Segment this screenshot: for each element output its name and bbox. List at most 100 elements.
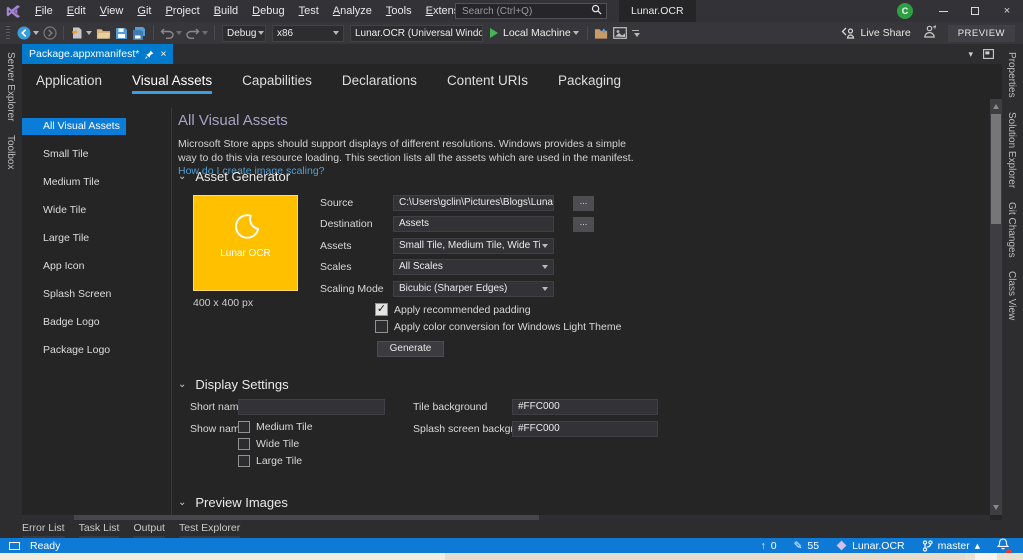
sidebar-item-package-logo[interactable]: Package Logo — [22, 342, 126, 359]
live-share-button[interactable]: Live Share — [841, 27, 910, 39]
large-tile-checkbox[interactable] — [238, 455, 250, 467]
color-conversion-checkbox[interactable] — [375, 320, 388, 333]
sidebar-item-splash-screen[interactable]: Splash Screen — [22, 286, 126, 303]
collapse-chevron-icon[interactable]: ⌄ — [178, 379, 186, 390]
tab-solution-explorer[interactable]: Solution Explorer — [1006, 104, 1017, 194]
close-button[interactable]: × — [991, 0, 1023, 22]
tab-packaging[interactable]: Packaging — [558, 73, 621, 94]
repository-selector[interactable]: Lunar.OCR — [836, 540, 905, 552]
new-dropdown-caret[interactable] — [86, 31, 92, 35]
source-browse-button[interactable]: ... — [573, 196, 594, 211]
sidebar-item-medium-tile[interactable]: Medium Tile — [22, 174, 126, 191]
navigate-forward-button[interactable] — [43, 26, 57, 40]
collapse-chevron-icon[interactable]: ⌄ — [178, 171, 186, 182]
tab-server-explorer[interactable]: Server Explorer — [5, 44, 16, 127]
vertical-scroll-thumb[interactable] — [991, 114, 1001, 224]
menu-git[interactable]: Git — [130, 0, 158, 22]
redo-button[interactable] — [186, 27, 208, 39]
redo-dropdown-caret[interactable] — [202, 31, 208, 35]
sidebar-item-large-tile[interactable]: Large Tile — [22, 230, 126, 247]
back-dropdown-caret[interactable] — [33, 31, 39, 35]
new-project-button[interactable] — [70, 26, 92, 40]
splash-background-input[interactable]: #FFC000 — [512, 421, 658, 437]
toolbar-grip[interactable] — [6, 26, 10, 40]
open-folder-button[interactable] — [96, 27, 111, 40]
notifications-button[interactable] — [997, 538, 1009, 553]
save-all-button[interactable] — [132, 27, 147, 40]
startup-project-dropdown[interactable]: Lunar.OCR (Universal Windows) — [350, 25, 483, 42]
sidebar-item-app-icon[interactable]: App Icon — [22, 258, 126, 275]
apply-padding-checkbox[interactable]: ✓ — [375, 303, 388, 316]
menu-debug[interactable]: Debug — [245, 0, 291, 22]
vertical-scrollbar[interactable] — [990, 99, 1002, 515]
window-layout-icon[interactable] — [983, 49, 994, 59]
outgoing-commits-indicator[interactable]: ↑ 0 — [761, 540, 777, 552]
display-settings-section-header[interactable]: ⌄ Display Settings — [178, 377, 289, 392]
menu-build[interactable]: Build — [207, 0, 245, 22]
tab-toolbox[interactable]: Toolbox — [5, 127, 16, 175]
undo-button[interactable] — [160, 27, 182, 39]
tab-declarations[interactable]: Declarations — [342, 73, 417, 94]
tab-class-view[interactable]: Class View — [1006, 263, 1017, 326]
solution-platform-dropdown[interactable]: x86 — [272, 25, 344, 42]
search-icon[interactable] — [591, 4, 602, 18]
background-tasks-icon[interactable] — [9, 542, 20, 550]
maximize-button[interactable] — [959, 0, 991, 22]
search-input[interactable]: Search (Ctrl+Q) — [455, 3, 607, 19]
add-item-button[interactable] — [594, 27, 609, 40]
preview-button[interactable]: PREVIEW — [948, 25, 1015, 42]
menu-tools[interactable]: Tools — [379, 0, 419, 22]
short-name-input[interactable] — [238, 399, 385, 415]
menu-file[interactable]: File — [28, 0, 60, 22]
tile-background-input[interactable]: #FFC000 — [512, 399, 658, 415]
scales-dropdown[interactable]: All Scales — [393, 259, 554, 275]
account-avatar[interactable]: C — [897, 3, 913, 19]
generate-button[interactable]: Generate — [377, 341, 444, 357]
save-button[interactable] — [115, 27, 128, 40]
menu-edit[interactable]: Edit — [60, 0, 93, 22]
pending-edits-indicator[interactable]: ✎ 55 — [794, 540, 820, 552]
sidebar-item-wide-tile[interactable]: Wide Tile — [22, 202, 126, 219]
tab-properties[interactable]: Properties — [1006, 44, 1017, 104]
tab-capabilities[interactable]: Capabilities — [242, 73, 312, 94]
asset-generator-section-header[interactable]: ⌄ Asset Generator — [178, 169, 290, 184]
scroll-down-icon[interactable] — [993, 505, 999, 510]
configuration-caret — [258, 31, 264, 35]
collapse-chevron-icon[interactable]: ⌄ — [178, 497, 186, 508]
scroll-up-icon[interactable] — [993, 104, 999, 109]
start-debugging-button[interactable]: Local Machine — [490, 27, 579, 39]
source-path-input[interactable]: C:\Users\gclin\Pictures\Blogs\Lunar.OCR\… — [393, 195, 554, 211]
undo-dropdown-caret[interactable] — [176, 31, 182, 35]
menu-view[interactable]: View — [93, 0, 131, 22]
medium-tile-checkbox[interactable] — [238, 421, 250, 433]
tab-content-uris[interactable]: Content URIs — [447, 73, 528, 94]
solution-configuration-dropdown[interactable]: Debug — [222, 25, 266, 42]
menu-analyze[interactable]: Analyze — [326, 0, 379, 22]
wide-tile-checkbox[interactable] — [238, 438, 250, 450]
pin-icon[interactable] — [145, 50, 154, 59]
tab-git-changes[interactable]: Git Changes — [1006, 194, 1017, 264]
git-branch-icon — [922, 540, 933, 552]
branch-selector[interactable]: master ▴ — [922, 540, 980, 552]
sidebar-item-badge-logo[interactable]: Badge Logo — [22, 314, 126, 331]
minimize-button[interactable] — [927, 0, 959, 22]
destination-browse-button[interactable]: ... — [573, 217, 594, 232]
tab-list-dropdown-icon[interactable]: ▾ — [968, 49, 973, 60]
sidebar-item-small-tile[interactable]: Small Tile — [22, 146, 126, 163]
menu-test[interactable]: Test — [292, 0, 326, 22]
preview-images-section-header[interactable]: ⌄ Preview Images — [178, 495, 288, 510]
tab-visual-assets[interactable]: Visual Assets — [132, 73, 212, 94]
feedback-button[interactable] — [923, 25, 936, 41]
toolbar-overflow-button[interactable] — [632, 30, 640, 37]
document-tab-package-appxmanifest[interactable]: Package.appxmanifest* × — [22, 44, 173, 64]
scaling-mode-dropdown[interactable]: Bicubic (Sharper Edges) — [393, 281, 554, 297]
tab-close-icon[interactable]: × — [160, 48, 166, 60]
assets-dropdown[interactable]: Small Tile, Medium Tile, Wide Tile, Larg… — [393, 238, 554, 254]
menu-project[interactable]: Project — [158, 0, 206, 22]
screenshot-button[interactable] — [613, 27, 627, 39]
tab-application[interactable]: Application — [36, 73, 102, 94]
run-target-caret[interactable] — [573, 31, 579, 35]
destination-input[interactable]: Assets — [393, 216, 554, 232]
sidebar-item-all-visual-assets[interactable]: All Visual Assets — [22, 118, 126, 135]
navigate-back-button[interactable] — [17, 26, 39, 40]
